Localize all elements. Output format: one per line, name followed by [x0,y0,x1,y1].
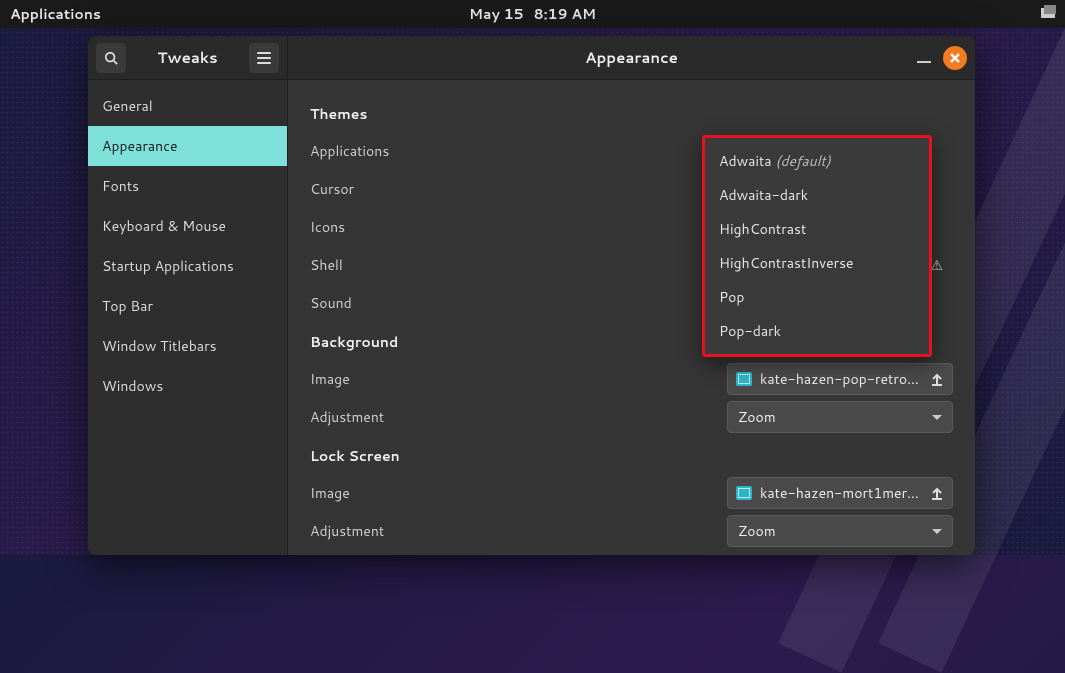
lockscreen-adjustment-label: Adjustment [310,521,384,541]
nav-item-window-titlebars[interactable]: Window Titlebars [88,326,287,366]
themes-icons-label: Icons [310,217,345,237]
nav-item-keyboard-mouse[interactable]: Keyboard & Mouse [88,206,287,246]
close-button[interactable] [943,46,967,70]
background-adjustment-label: Adjustment [310,407,384,427]
lockscreen-adjustment-combo[interactable]: Zoom [727,515,953,547]
themes-cursor-label: Cursor [310,179,354,199]
background-adjustment-combo[interactable]: Zoom [727,401,953,433]
nav-item-startup-applications[interactable]: Startup Applications [88,246,287,286]
background-image-filename: kate-hazen-pop-retro1.png [760,369,922,389]
themes-sound-label: Sound [310,293,352,313]
popup-item-highcontrastinverse[interactable]: HighContrastInverse [705,246,929,280]
panel-time[interactable]: 8:19 AM [534,4,596,24]
background-adjustment-value: Zoom [738,407,932,427]
lockscreen-image-label: Image [310,483,350,503]
search-icon [104,51,118,65]
lockscreen-adjustment-value: Zoom [738,521,932,541]
upload-icon [930,486,944,500]
popup-item-pop-dark[interactable]: Pop-dark [705,314,929,348]
image-icon [736,486,752,500]
popup-item-highcontrast[interactable]: HighContrast [705,212,929,246]
popup-item-pop[interactable]: Pop [705,280,929,314]
nav-list: General Appearance Fonts Keyboard & Mous… [88,80,287,555]
nav-item-appearance[interactable]: Appearance [88,126,287,166]
upload-icon [930,372,944,386]
chevron-down-icon [932,415,942,420]
panel-date[interactable]: May 15 [469,4,524,24]
applications-menu[interactable]: Applications [10,4,101,24]
nav-item-windows[interactable]: Windows [88,366,287,406]
section-themes: Themes [310,104,953,124]
nav-item-general[interactable]: General [88,86,287,126]
menu-button[interactable] [249,43,279,73]
sidebar-headerbar: Tweaks [88,36,287,80]
background-image-label: Image [310,369,350,389]
minimize-button[interactable] [917,61,931,63]
themes-applications-popup[interactable]: Adwaita (default) Adwaita-dark HighContr… [702,135,932,357]
search-button[interactable] [96,43,126,73]
background-image-button[interactable]: kate-hazen-pop-retro1.png [727,363,953,395]
themes-applications-label: Applications [310,141,389,161]
popup-item-adwaita-dark[interactable]: Adwaita-dark [705,178,929,212]
section-lockscreen: Lock Screen [310,446,953,466]
themes-shell-label: Shell [310,255,343,275]
content-pane: Appearance Themes Applications Cursor Ic… [288,36,975,555]
lockscreen-image-filename: kate-hazen-mort1mer.png [760,483,922,503]
warning-icon: ⚠ [930,255,943,275]
chevron-down-icon [932,529,942,534]
top-panel: Applications May 15 8:19 AM [0,0,1065,28]
lockscreen-image-button[interactable]: kate-hazen-mort1mer.png [727,477,953,509]
close-icon [950,53,960,63]
popup-item-adwaita[interactable]: Adwaita (default) [705,144,929,178]
content-title: Appearance [296,47,967,68]
nav-item-fonts[interactable]: Fonts [88,166,287,206]
sidebar-title: Tweaks [126,47,249,68]
content-headerbar: Appearance [288,36,975,80]
image-icon [736,372,752,386]
nav-item-top-bar[interactable]: Top Bar [88,286,287,326]
tweaks-window: Tweaks General Appearance Fonts Keyboard… [88,36,975,555]
sidebar-pane: Tweaks General Appearance Fonts Keyboard… [88,36,288,555]
workspace-switcher-icon[interactable] [1041,8,1055,20]
